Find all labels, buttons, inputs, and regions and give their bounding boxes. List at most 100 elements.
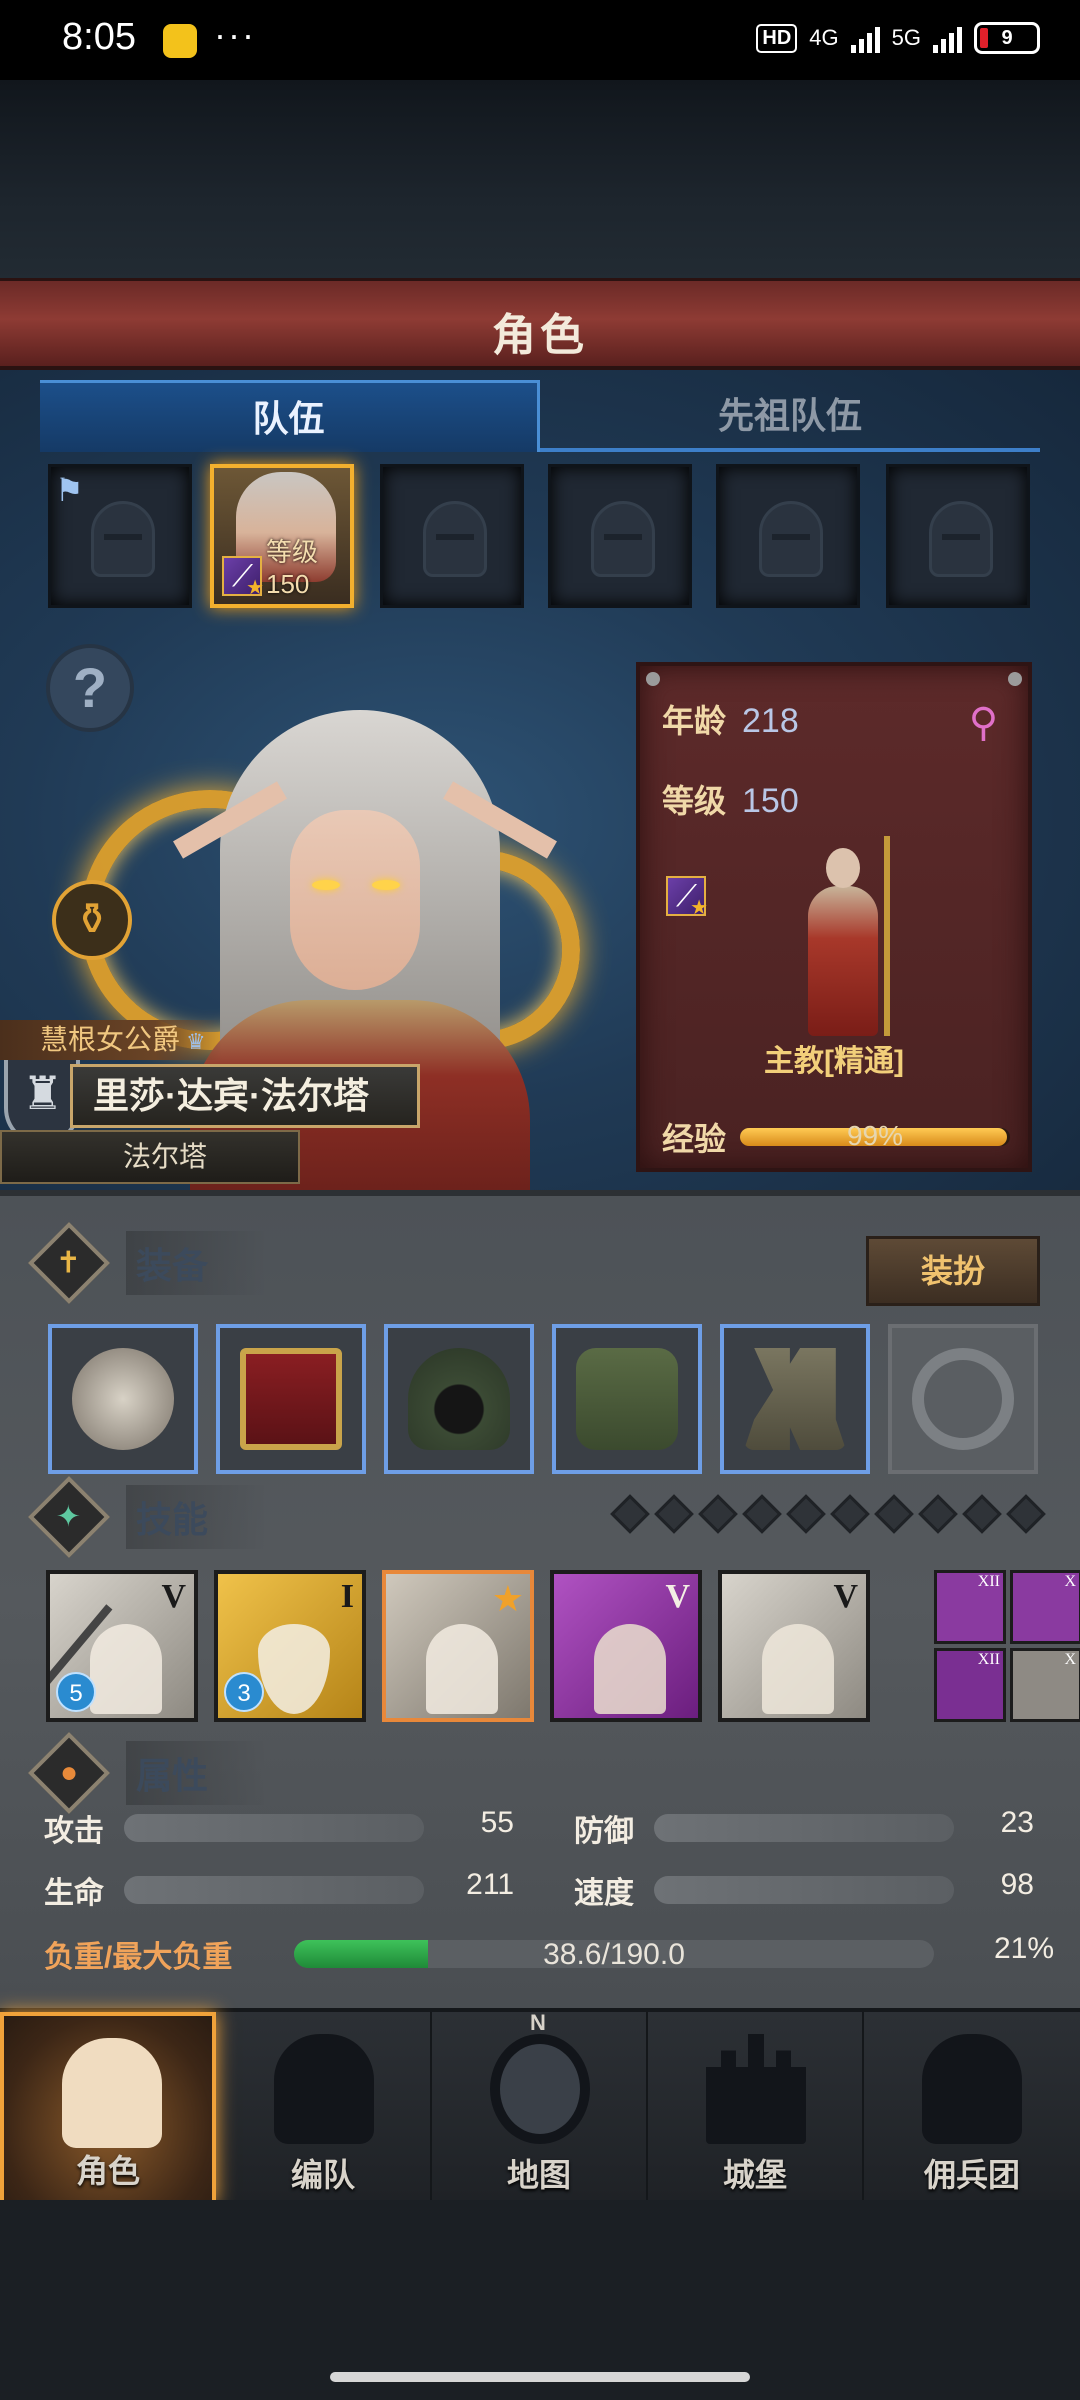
status-time: 8:05 <box>62 16 136 58</box>
nav-character[interactable]: 角色 <box>0 2012 216 2204</box>
class-name: 主教[精通] <box>764 1045 904 1078</box>
knight-icon <box>62 2038 162 2148</box>
battery-level: 9 <box>1001 26 1013 49</box>
defense-value: 23 <box>1000 1806 1034 1839</box>
signal-icon <box>850 23 880 53</box>
nav-mercenary[interactable]: 佣兵团 <box>864 2012 1080 2204</box>
speed-value: 98 <box>1000 1868 1034 1901</box>
potion-icon[interactable]: ⚱ <box>52 880 132 960</box>
team-slot-6[interactable] <box>886 464 1030 608</box>
life-label: 生命 <box>44 1877 104 1910</box>
level-row: 等级 150 <box>662 776 799 822</box>
passive-skill-2[interactable]: X <box>1010 1570 1080 1644</box>
age-row: 年龄 218 <box>662 696 799 742</box>
page-header: 角色 <box>0 278 1080 370</box>
team-slot-4[interactable] <box>548 464 692 608</box>
skill-rank: V <box>833 1578 858 1615</box>
stat-defense: 防御 23 <box>574 1806 1034 1850</box>
attributes-title: 属性 <box>126 1741 269 1805</box>
offhand-slot[interactable] <box>216 1324 366 1474</box>
hood-icon <box>408 1348 510 1450</box>
skill-rank: I <box>340 1578 354 1615</box>
stat-load: 负重/最大负重 38.6/190.0 21% <box>44 1932 1054 1976</box>
team-slot-1[interactable]: ⚑ <box>48 464 192 608</box>
team-slot-3[interactable] <box>380 464 524 608</box>
skill-holy-shield[interactable]: I 3 <box>214 1570 366 1722</box>
level-label: 等级 <box>662 783 727 819</box>
team-slot-5[interactable] <box>716 464 860 608</box>
more-notifications-icon: ··· <box>214 14 256 55</box>
exp-bar: 99% <box>740 1120 1011 1151</box>
ring-icon <box>912 1348 1014 1450</box>
home-indicator[interactable] <box>330 2372 750 2382</box>
network-4g-label: 4G <box>809 25 839 50</box>
empty-helmet-icon <box>759 501 823 577</box>
bishop-class-icon <box>666 876 708 920</box>
nav-formation[interactable]: 编队 <box>216 2012 432 2204</box>
passive-skill-4[interactable]: X <box>1010 1648 1080 1722</box>
boots-icon <box>744 1348 846 1450</box>
skill-rank: V <box>665 1578 690 1615</box>
life-value: 211 <box>466 1868 514 1901</box>
equipment-header: ✝ 装备 <box>27 1221 269 1305</box>
nav-label: 城堡 <box>722 2157 787 2193</box>
details-panel: ✝ 装备 装扮 ✦ 技能 V 5 I 3 ★ V V XII X XII X ●… <box>0 1190 1080 2008</box>
battery-icon: 9 <box>974 22 1040 54</box>
crown-icon: ♛ <box>186 1029 206 1054</box>
slot-level-label: 等级150 <box>266 537 319 599</box>
load-bar: 38.6/190.0 <box>294 1940 934 1968</box>
bishop-class-icon <box>222 556 264 600</box>
skill-crystal-pray-2[interactable]: V <box>718 1570 870 1722</box>
info-card: 年龄 218 ⚲ 等级 150 主教[精通] 经验 99% <box>636 662 1032 1172</box>
helmet-icon <box>274 2034 374 2144</box>
skill-holy-light[interactable]: ★ <box>382 1570 534 1722</box>
tab-ancestor-team[interactable]: 先祖队伍 <box>540 380 1040 452</box>
skill-spear-prayer[interactable]: V 5 <box>46 1570 198 1722</box>
skill-crystal-pray[interactable]: V <box>550 1570 702 1722</box>
character-main-panel: 队伍 先祖队伍 ⚑ 等级150 ? ⚱ 慧根女公爵♛ 里莎·达宾 <box>0 370 1080 1190</box>
nav-map[interactable]: 地图 <box>432 2012 648 2204</box>
stat-speed: 速度 98 <box>574 1868 1034 1912</box>
passive-skill-3[interactable]: XII <box>934 1648 1006 1722</box>
skill-level-badge: 5 <box>56 1672 96 1712</box>
skill-rank: V <box>161 1578 186 1615</box>
weapon-slot[interactable] <box>48 1324 198 1474</box>
hero-title: 慧根女公爵 <box>40 1024 181 1055</box>
flag-icon: ⚑ <box>55 472 84 508</box>
team-slot-2[interactable]: 等级150 <box>210 464 354 608</box>
hero-house: 法尔塔 <box>0 1130 300 1184</box>
status-bar: 8:05 ··· HD 4G 5G 9 <box>0 0 1080 80</box>
dress-up-button[interactable]: 装扮 <box>866 1236 1040 1306</box>
defense-label: 防御 <box>574 1815 634 1848</box>
team-tabs: 队伍 先祖队伍 <box>40 380 1040 452</box>
stat-life: 生命 211 <box>44 1868 514 1912</box>
skills-title: 技能 <box>126 1485 269 1549</box>
body-slot[interactable] <box>552 1324 702 1474</box>
ring-slot[interactable] <box>888 1324 1038 1474</box>
skill-points <box>610 1494 1046 1534</box>
star-icon: ★ <box>491 1578 524 1619</box>
compass-north-label: N <box>530 2010 546 2035</box>
exp-row: 经验 99% <box>662 1114 1011 1160</box>
passive-skill-1[interactable]: XII <box>934 1570 1006 1644</box>
top-decoration <box>0 80 1080 280</box>
stat-attack: 攻击 55 <box>44 1806 514 1850</box>
nav-label: 地图 <box>506 2157 571 2193</box>
class-figure <box>788 836 898 1036</box>
hero-name[interactable]: 里莎·达宾·法尔塔 <box>70 1064 420 1128</box>
boots-slot[interactable] <box>720 1324 870 1474</box>
cross-icon: ✝ <box>27 1221 111 1305</box>
person-icon: ● <box>27 1731 111 1815</box>
load-value: 38.6/190.0 <box>543 1940 685 1968</box>
nav-castle[interactable]: 城堡 <box>648 2012 864 2204</box>
passive-skills: XII X XII X <box>934 1570 1080 1722</box>
status-icons: HD 4G 5G 9 <box>756 22 1040 54</box>
head-slot[interactable] <box>384 1324 534 1474</box>
age-value: 218 <box>742 702 799 740</box>
bottom-nav: 角色 编队 地图 城堡 佣兵团 <box>0 2008 1080 2204</box>
equipment-title: 装备 <box>126 1231 269 1295</box>
skull-staff-icon <box>72 1348 174 1450</box>
tab-team[interactable]: 队伍 <box>40 380 540 452</box>
tunic-icon <box>576 1348 678 1450</box>
tome-icon <box>240 1348 342 1450</box>
